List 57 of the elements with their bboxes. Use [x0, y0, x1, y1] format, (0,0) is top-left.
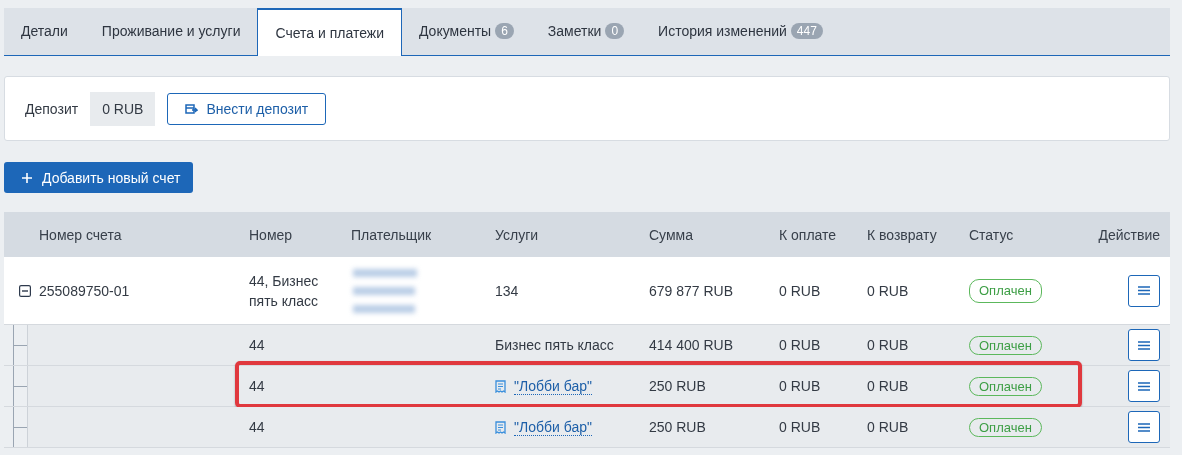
table-cell-text: 44, Бизнес пять класс — [249, 271, 320, 311]
column-header: Сумма — [649, 226, 694, 243]
tab[interactable]: Заметки 0 — [530, 8, 642, 54]
table-cell-text: 250 RUB — [649, 378, 707, 394]
deposit-label: Депозит — [25, 100, 79, 117]
table-cell-text: 255089750-01 — [39, 281, 131, 301]
menu-button[interactable] — [1128, 370, 1160, 402]
menu-button[interactable] — [1128, 411, 1160, 443]
collapse-icon[interactable] — [18, 284, 31, 297]
count-badge: 447 — [790, 23, 823, 39]
table-cell-text: 0 RUB — [867, 378, 910, 394]
column-header: Услуги — [495, 226, 540, 243]
menu-icon — [1138, 422, 1150, 432]
count-badge: 6 — [495, 23, 514, 39]
table-cell-text: 679 877 RUB — [649, 281, 735, 301]
plus-icon — [22, 172, 32, 183]
table-cell-text: 44 — [249, 337, 266, 353]
receipt-icon — [495, 420, 506, 434]
add-invoice-button[interactable]: Добавить новый счет — [4, 162, 194, 193]
table-cell-text: 0 RUB — [779, 378, 822, 394]
service-link[interactable]: "Лобби бар" — [514, 377, 592, 395]
menu-icon — [1138, 286, 1150, 295]
menu-icon — [1138, 340, 1150, 350]
tab[interactable]: Детали — [4, 8, 85, 54]
table-cell-text: 44 — [249, 378, 266, 394]
column-header: Номер счета — [39, 226, 123, 243]
deposit-value: 0 RUB — [90, 91, 156, 126]
deposit-button[interactable]: Внести депозит — [167, 92, 327, 125]
menu-button[interactable] — [1128, 329, 1160, 361]
table-cell-text: Бизнес пять класс — [495, 337, 615, 353]
status-badge: Оплачен — [969, 278, 1042, 303]
table-cell-text: 0 RUB — [867, 281, 910, 301]
tab[interactable]: Счета и платежи — [257, 8, 402, 56]
tab[interactable]: Проживание и услуги — [84, 8, 258, 54]
table-cell-text: 414 400 RUB — [649, 337, 735, 353]
tab[interactable]: Документы 6 — [401, 8, 531, 54]
wallet-icon — [185, 102, 199, 115]
menu-button[interactable] — [1128, 274, 1160, 307]
table-cell-text: 0 RUB — [867, 419, 910, 435]
table-cell-text: 44 — [249, 419, 266, 435]
table-cell-text: 0 RUB — [779, 419, 822, 435]
service-link[interactable]: "Лобби бар" — [514, 418, 592, 436]
tab[interactable]: История изменений 447 — [641, 8, 840, 54]
table-cell-text: 0 RUB — [779, 337, 822, 353]
column-header: Номер — [249, 226, 294, 243]
table-cell-text: 0 RUB — [779, 281, 822, 301]
column-header: Плательщик — [351, 226, 433, 243]
menu-icon — [1138, 381, 1150, 391]
receipt-icon — [495, 379, 506, 393]
count-badge: 0 — [605, 23, 625, 39]
column-header: К возврату — [867, 226, 938, 243]
table-cell-text: 250 RUB — [649, 419, 707, 435]
table-cell-text: 0 RUB — [867, 337, 910, 353]
table-cell-text: 134 — [495, 281, 520, 301]
column-header: Действие — [1097, 226, 1161, 243]
column-header: Статус — [969, 226, 1015, 243]
column-header: К оплате — [779, 226, 838, 243]
